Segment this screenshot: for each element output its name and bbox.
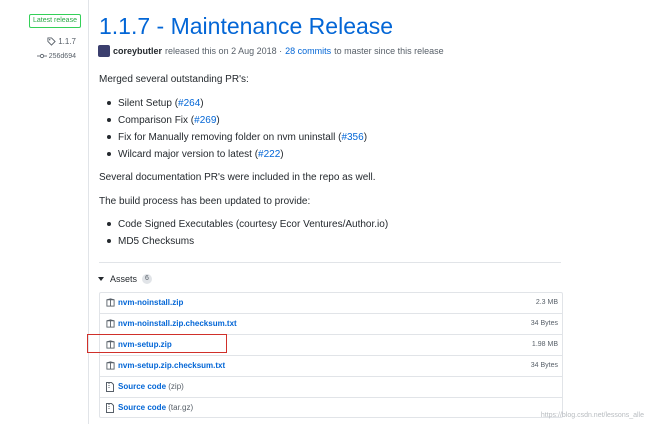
file-zip-icon: [106, 382, 114, 392]
docs-note: Several documentation PR's were included…: [99, 172, 376, 183]
asset-size: 34 Bytes: [530, 320, 558, 327]
list-item: Silent Setup (#264): [107, 98, 204, 109]
commits-link[interactable]: 28 commits: [285, 46, 331, 56]
bullet: [107, 239, 111, 244]
asset-size: 2.3 MB: [535, 299, 558, 306]
source-link[interactable]: Source code (tar.gz): [118, 403, 193, 412]
caret-down-icon: [98, 277, 104, 281]
asset-size: 1.98 MB: [531, 341, 558, 348]
pr-link[interactable]: #269: [194, 115, 216, 126]
pr-link[interactable]: #264: [178, 98, 200, 109]
avatar[interactable]: [98, 45, 110, 57]
divider: [99, 262, 561, 263]
release-title[interactable]: 1.1.7 - Maintenance Release: [99, 13, 393, 40]
asset-name[interactable]: nvm-noinstall.zip: [118, 298, 183, 307]
source-link[interactable]: Source code (zip): [118, 382, 184, 391]
list-item: Comparison Fix (#269): [107, 115, 220, 126]
asset-row[interactable]: nvm-noinstall.zip 2.3 MB: [100, 293, 562, 314]
pr-link[interactable]: #356: [341, 132, 363, 143]
commit-link[interactable]: 256d694: [36, 53, 76, 60]
release-meta: coreybutler released this on 2 Aug 2018 …: [98, 45, 444, 57]
package-icon: [106, 298, 115, 307]
assets-heading: Assets: [110, 274, 138, 284]
list-item: Code Signed Executables (courtesy Ecor V…: [107, 219, 388, 230]
tag-label: 1.1.7: [58, 37, 76, 46]
asset-name[interactable]: nvm-noinstall.zip.checksum.txt: [118, 319, 237, 328]
latest-release-badge: Latest release: [29, 14, 81, 28]
package-icon: [106, 319, 115, 328]
assets-toggle[interactable]: Assets 6: [98, 274, 152, 284]
list-item: Wilcard major version to latest (#222): [107, 149, 284, 160]
watermark: https://blog.csdn.net/lessons_alle: [540, 412, 644, 419]
highlight-box: [87, 334, 227, 353]
bullet: [107, 135, 111, 140]
commit-sha: 256d694: [48, 53, 76, 60]
build-note: The build process has been updated to pr…: [99, 196, 311, 207]
bullet: [107, 118, 111, 123]
package-icon: [106, 361, 115, 370]
asset-name[interactable]: nvm-setup.zip.checksum.txt: [118, 361, 225, 370]
asset-row[interactable]: nvm-setup.zip.checksum.txt 34 Bytes: [100, 356, 562, 377]
bullet: [107, 101, 111, 106]
bullet: [107, 222, 111, 227]
intro-text: Merged several outstanding PR's:: [99, 74, 249, 85]
source-row[interactable]: Source code (zip): [100, 377, 562, 398]
bullet: [107, 152, 111, 157]
list-item: Fix for Manually removing folder on nvm …: [107, 132, 367, 143]
asset-row[interactable]: nvm-noinstall.zip.checksum.txt 34 Bytes: [100, 314, 562, 335]
tag-link[interactable]: 1.1.7: [47, 37, 76, 47]
commits-suffix: to master since this release: [334, 46, 444, 56]
pr-link[interactable]: #222: [258, 149, 280, 160]
timeline-divider: [88, 0, 89, 424]
commit-icon: [36, 54, 47, 59]
assets-list: nvm-noinstall.zip 2.3 MB nvm-noinstall.z…: [99, 292, 563, 418]
assets-count: 6: [142, 274, 152, 284]
source-row[interactable]: Source code (tar.gz): [100, 398, 562, 418]
asset-size: 34 Bytes: [530, 362, 558, 369]
file-zip-icon: [106, 403, 114, 413]
author-link[interactable]: coreybutler: [113, 46, 162, 56]
released-text: released this on 2 Aug 2018 ·: [165, 46, 283, 56]
tag-icon: [47, 37, 56, 47]
list-item: MD5 Checksums: [107, 236, 194, 247]
